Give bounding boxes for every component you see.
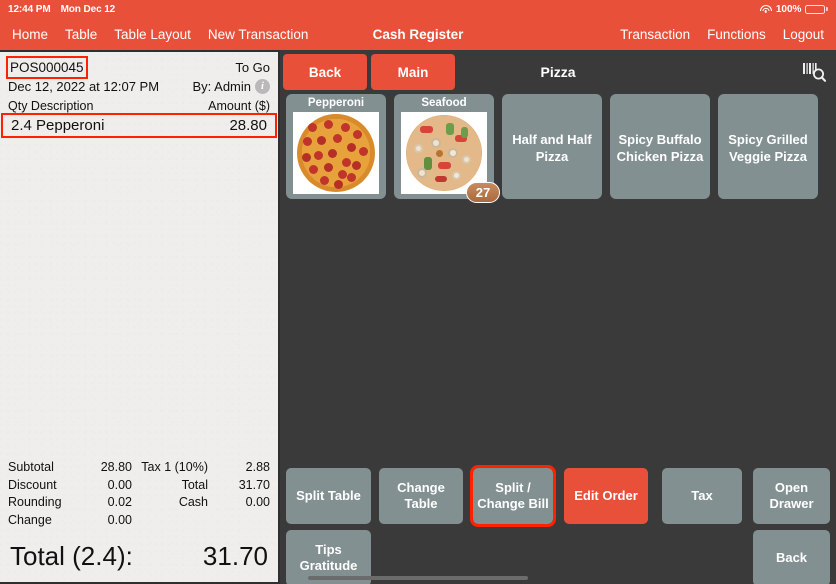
nav-left-group: Home Table Table Layout New Transaction <box>0 27 308 42</box>
receipt-line-items: 2.4 Pepperoni 28.80 <box>0 113 278 459</box>
catalog-main-button[interactable]: Main <box>371 54 455 90</box>
rounding-label: Rounding <box>8 495 62 509</box>
info-icon[interactable]: i <box>255 79 270 94</box>
home-indicator <box>308 576 528 580</box>
totals-grid: Subtotal 28.80 Tax 1 (10%) 2.88 Discount… <box>8 459 270 529</box>
battery-icon <box>805 4 828 14</box>
operator-label: By: Admin <box>192 79 251 94</box>
edit-order-button[interactable]: Edit Order <box>564 468 648 524</box>
wifi-icon <box>759 4 772 14</box>
change-table-button[interactable]: Change Table <box>379 468 463 524</box>
grand-total-value: 31.70 <box>202 541 268 571</box>
product-tile-half-and-half-pizza[interactable]: Half and Half Pizza <box>502 94 602 199</box>
order-datetime: Dec 12, 2022 at 12:07 PM <box>8 79 160 94</box>
split-table-button[interactable]: Split Table <box>286 468 371 524</box>
nav-item-new-transaction[interactable]: New Transaction <box>208 27 309 42</box>
product-tile-grid: Pepperoni Seafood 27 Half and Half Pizza… <box>280 94 836 203</box>
totals-spacer-label <box>132 512 208 530</box>
rounding-value: 0.02 <box>107 495 132 509</box>
nav-item-table[interactable]: Table <box>65 27 97 42</box>
receipt-panel: POS000045 To Go Dec 12, 2022 at 12:07 PM… <box>0 50 280 584</box>
nav-item-table-layout[interactable]: Table Layout <box>114 27 191 42</box>
col-qty-description: Qty Description <box>8 99 94 113</box>
subtotal-value: 28.80 <box>100 460 132 474</box>
line-item-qty-description: 2.4 Pepperoni <box>11 117 105 134</box>
product-tile-label: Spicy Buffalo Chicken Pizza <box>616 132 704 164</box>
catalog-back-button[interactable]: Back <box>283 54 367 90</box>
barcode-scan-icon[interactable] <box>802 61 827 83</box>
grand-total-row: Total (2.4): 31.70 <box>0 531 278 582</box>
receipt-totals: Subtotal 28.80 Tax 1 (10%) 2.88 Discount… <box>0 459 278 531</box>
totals-spacer-value <box>208 512 270 530</box>
total-label: Total <box>181 477 208 492</box>
receipt-line-item[interactable]: 2.4 Pepperoni 28.80 <box>1 113 277 138</box>
nav-item-functions[interactable]: Functions <box>707 27 766 42</box>
nav-bar: Home Table Table Layout New Transaction … <box>0 18 836 50</box>
product-tile-label: Spicy Grilled Veggie Pizza <box>728 132 808 164</box>
product-quantity-badge: 27 <box>466 182 500 203</box>
change-value: 0.00 <box>107 512 132 527</box>
receipt-header: POS000045 To Go Dec 12, 2022 at 12:07 PM… <box>0 52 278 96</box>
receipt-column-headers: Qty Description Amount ($) <box>0 96 278 113</box>
col-amount: Amount ($) <box>208 99 270 113</box>
subtotal-label: Subtotal <box>8 460 54 474</box>
change-label: Change <box>8 512 52 527</box>
catalog-panel: Back Main Pizza Pepperoni Seafood 27 Hal… <box>280 50 836 584</box>
pepperoni-pizza-image <box>293 112 379 194</box>
tax1-label: Tax 1 (10%) <box>141 460 208 474</box>
order-operator: By: Admin i <box>192 77 270 96</box>
open-drawer-button[interactable]: Open Drawer <box>753 468 830 524</box>
product-tile-pepperoni[interactable]: Pepperoni <box>286 94 386 199</box>
discount-label: Discount <box>8 477 57 492</box>
discount-value: 0.00 <box>107 477 132 492</box>
product-tile-seafood[interactable]: Seafood 27 <box>394 94 500 203</box>
status-indicators: 100% <box>759 3 828 15</box>
catalog-toolbar: Back Main Pizza <box>280 50 836 94</box>
cash-label: Cash <box>178 495 208 509</box>
product-tile-label: Seafood <box>421 97 467 109</box>
total-value: 31.70 <box>238 477 270 492</box>
action-button-grid: Split Table Tips Gratitude Change Table … <box>280 450 836 584</box>
cash-value: 0.00 <box>245 495 270 509</box>
nav-item-transaction[interactable]: Transaction <box>620 27 690 42</box>
pos-screen: 12:44 PM Mon Dec 12 100% Home Table Tabl… <box>0 0 836 584</box>
nav-right-group: Transaction Functions Logout <box>620 27 836 42</box>
status-bar: 12:44 PM Mon Dec 12 100% <box>0 0 836 18</box>
order-id[interactable]: POS000045 <box>6 56 88 79</box>
product-tile-label: Pepperoni <box>307 97 365 109</box>
product-tile-spicy-grilled-veggie-pizza[interactable]: Spicy Grilled Veggie Pizza <box>718 94 818 199</box>
tax1-value: 2.88 <box>245 460 270 474</box>
product-tile-label: Half and Half Pizza <box>512 132 592 164</box>
battery-percent: 100% <box>775 3 802 15</box>
nav-item-logout[interactable]: Logout <box>783 27 824 42</box>
tax-button[interactable]: Tax <box>662 468 742 524</box>
product-tile-spicy-buffalo-chicken-pizza[interactable]: Spicy Buffalo Chicken Pizza <box>610 94 710 199</box>
grand-total-label: Total (2.4): <box>10 541 133 571</box>
line-item-amount: 28.80 <box>229 117 267 134</box>
back-bottom-button[interactable]: Back <box>753 530 830 584</box>
nav-item-home[interactable]: Home <box>12 27 48 42</box>
status-date: Mon Dec 12 <box>60 3 116 15</box>
order-type: To Go <box>235 60 270 75</box>
status-time: 12:44 PM <box>8 3 51 15</box>
split-change-bill-button[interactable]: Split / Change Bill <box>470 465 556 527</box>
